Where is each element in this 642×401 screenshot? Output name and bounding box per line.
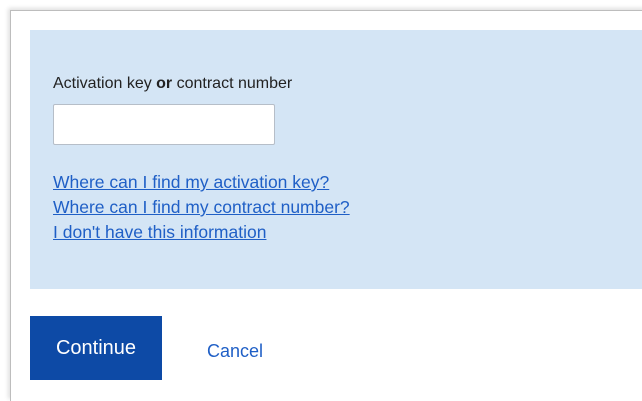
help-links: Where can I find my activation key? Wher… [53,170,350,245]
continue-button[interactable]: Continue [30,316,162,380]
find-activation-key-link[interactable]: Where can I find my activation key? [53,170,350,195]
activation-key-input[interactable] [53,104,275,145]
no-information-link[interactable]: I don't have this information [53,220,350,245]
label-part-activation-key: Activation key [53,75,157,92]
cancel-link[interactable]: Cancel [207,340,263,362]
label-or: or [156,75,173,92]
label-part-contract-number: contract number [172,75,293,92]
activation-panel [30,30,642,289]
activation-field-label: Activation key or contract number [53,75,292,93]
find-contract-number-link[interactable]: Where can I find my contract number? [53,195,350,220]
